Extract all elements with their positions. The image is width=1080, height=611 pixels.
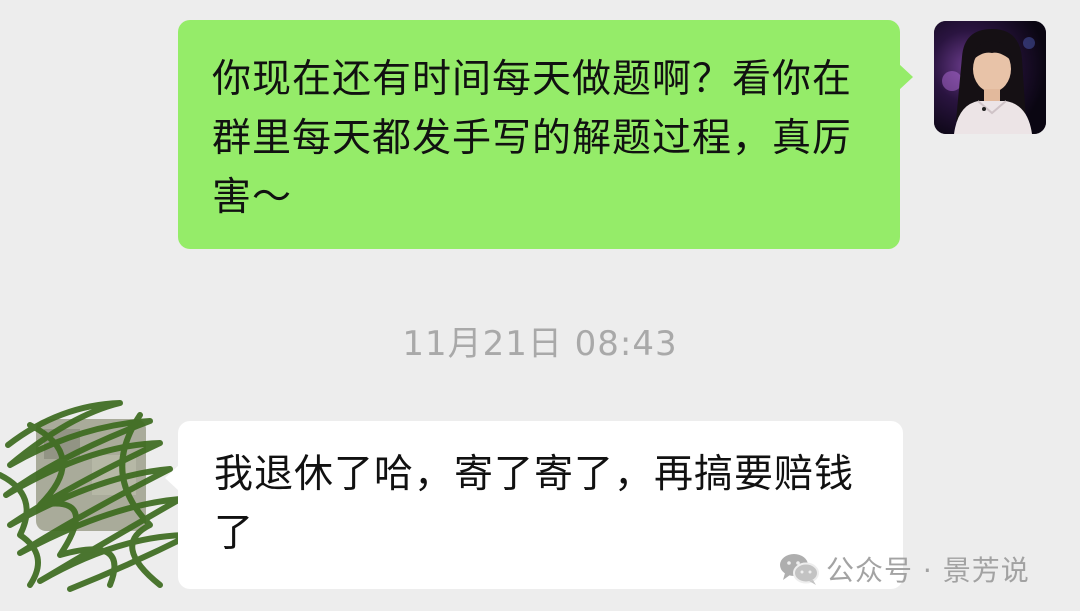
watermark: 公众号 · 景芳说 xyxy=(778,549,1030,589)
avatar-photo xyxy=(934,21,1046,134)
wechat-icon xyxy=(778,551,820,587)
outgoing-message-bubble[interactable]: 你现在还有时间每天做题啊？看你在群里每天都发手写的解题过程，真厉害～ xyxy=(178,20,913,249)
outgoing-message-text: 你现在还有时间每天做题啊？看你在群里每天都发手写的解题过程，真厉害～ xyxy=(212,57,853,220)
message-timestamp: 11月21日 08:43 xyxy=(402,324,678,364)
watermark-text: 公众号 · 景芳说 xyxy=(826,554,1030,587)
incoming-message-text: 我退休了哈，寄了寄了，再搞要赔钱了 xyxy=(214,452,855,556)
self-avatar[interactable] xyxy=(934,21,1046,134)
